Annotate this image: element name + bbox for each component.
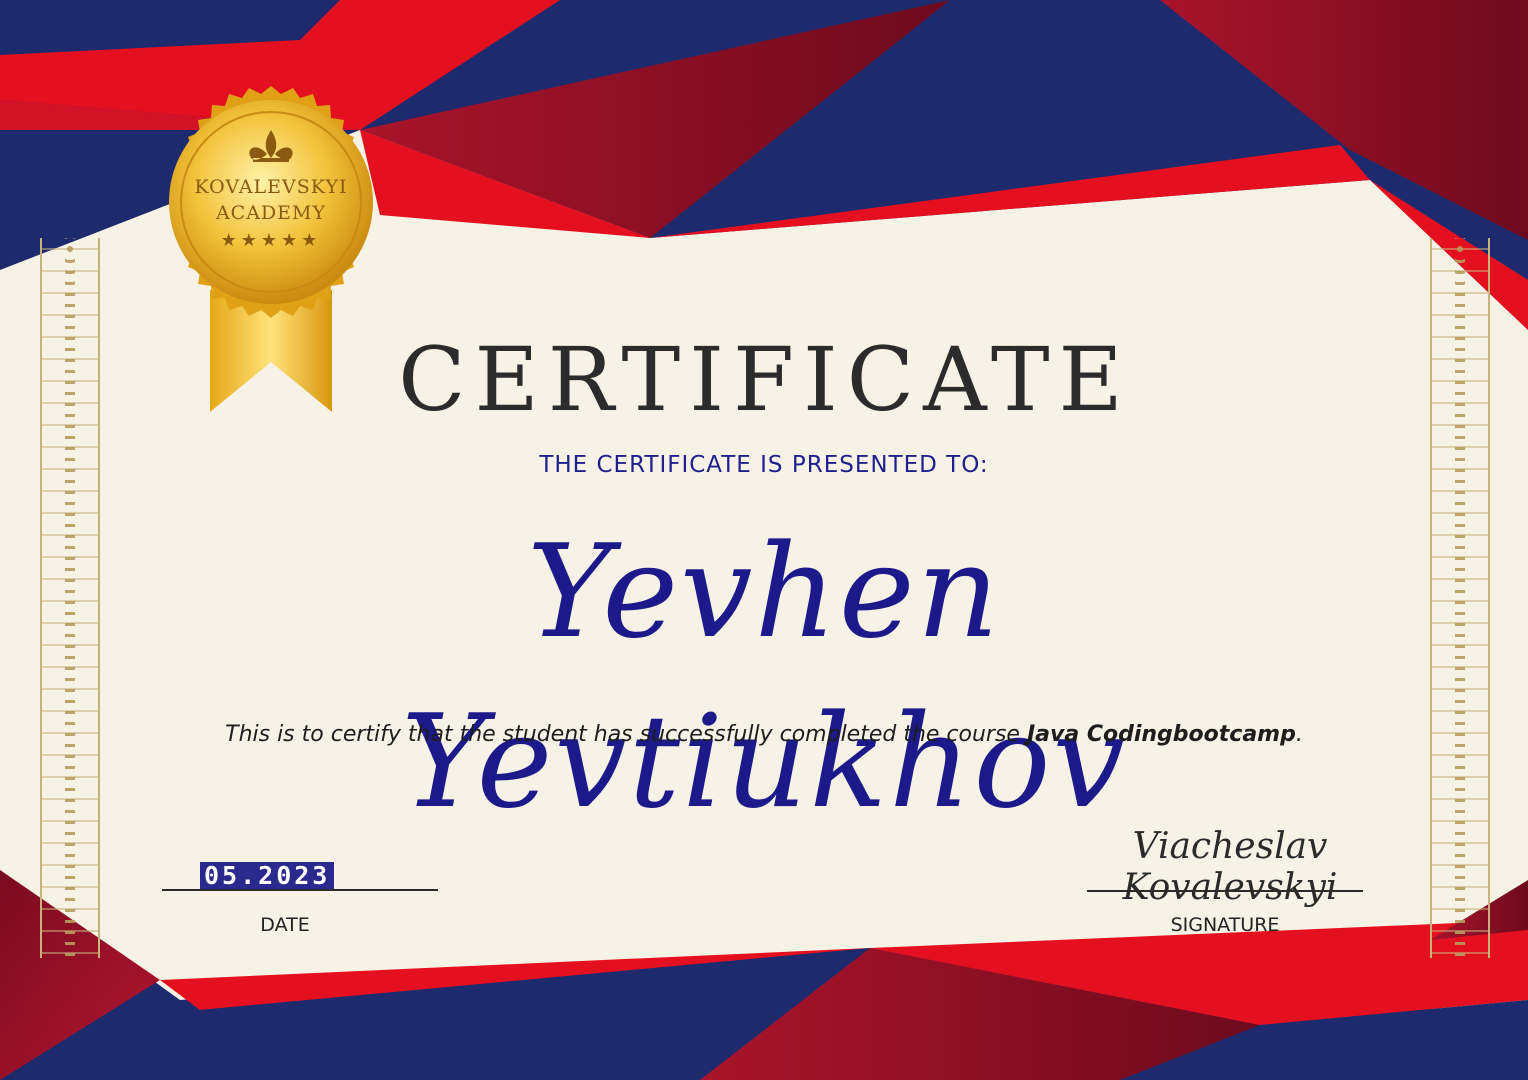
certify-text: This is to certify that the student has … [225, 722, 1027, 747]
ornamental-border-left [40, 238, 100, 958]
certify-statement: This is to certify that the student has … [150, 722, 1378, 747]
date-line [162, 889, 438, 891]
signature-line [1087, 890, 1363, 892]
seal-stars: ★★★★★ [220, 230, 322, 251]
ornamental-border-right [1430, 238, 1490, 958]
seal-line-2: ACADEMY [215, 202, 327, 224]
certificate-title: CERTIFICATE [398, 328, 1132, 431]
date-value: 05.2023 [200, 862, 335, 890]
date-label: DATE [260, 914, 310, 936]
recipient-name: Yevhen Yevtiukhov [401, 518, 1127, 837]
signature-label: SIGNATURE [1170, 914, 1280, 936]
certify-end: . [1295, 722, 1303, 747]
presented-to-label: THE CERTIFICATE IS PRESENTED TO: [539, 452, 989, 478]
signature: Viacheslav Kovalevskyi [1122, 826, 1338, 908]
course-name: Java Codingbootcamp [1026, 722, 1296, 747]
seal-line-1: KOVALEVSKYI [194, 176, 348, 198]
